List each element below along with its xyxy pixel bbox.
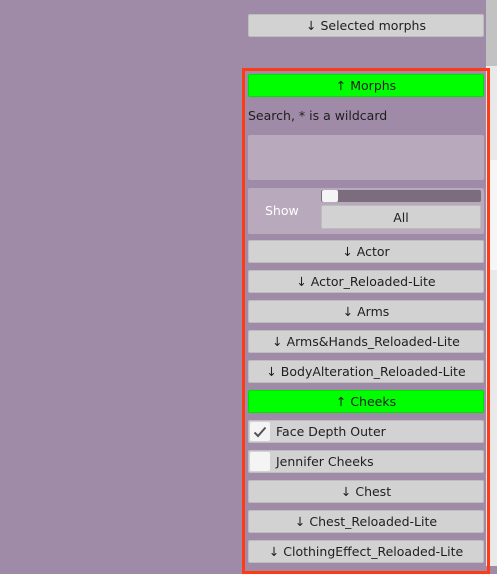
search-input[interactable] [248, 135, 484, 180]
show-label: Show [265, 203, 299, 218]
category-actor-button[interactable]: ↓ Actor [248, 240, 484, 263]
morph-toggle-label: Face Depth Outer [276, 424, 386, 439]
morph-toggle-jennifer-cheeks[interactable]: Jennifer Cheeks [248, 450, 484, 473]
checkbox[interactable] [250, 452, 270, 471]
scrollbar-top-region [486, 0, 497, 66]
morph-toggle-face-depth-outer[interactable]: Face Depth Outer [248, 420, 484, 443]
morph-toggle-label: Jennifer Cheeks [276, 454, 374, 469]
category-arms-hands-reloaded-lite-button[interactable]: ↓ Arms&Hands_Reloaded-Lite [248, 330, 484, 353]
show-slider-handle[interactable] [322, 190, 338, 202]
cheeks-collapse-button[interactable]: ↑ Cheeks [248, 390, 484, 413]
scrollbar-thumb[interactable] [490, 160, 497, 270]
category-chest-reloaded-lite-button[interactable]: ↓ Chest_Reloaded-Lite [248, 510, 484, 533]
category-clothing-effect-reloaded-lite-button[interactable]: ↓ ClothingEffect_Reloaded-Lite [248, 540, 484, 563]
category-chest-button[interactable]: ↓ Chest [248, 480, 484, 503]
checkmark-icon [253, 426, 267, 437]
morphs-collapse-button[interactable]: ↑ Morphs [248, 74, 484, 97]
category-body-alteration-reloaded-lite-button[interactable]: ↓ BodyAlteration_Reloaded-Lite [248, 360, 484, 383]
show-all-button[interactable]: All [321, 205, 481, 229]
right-edge-panel [486, 0, 497, 566]
category-arms-button[interactable]: ↓ Arms [248, 300, 484, 323]
checkbox[interactable] [250, 422, 270, 441]
selected-morphs-button[interactable]: ↓ Selected morphs [248, 14, 484, 37]
category-actor-reloaded-lite-button[interactable]: ↓ Actor_Reloaded-Lite [248, 270, 484, 293]
search-label: Search, * is a wildcard [248, 108, 388, 123]
show-slider-track[interactable] [321, 190, 481, 202]
